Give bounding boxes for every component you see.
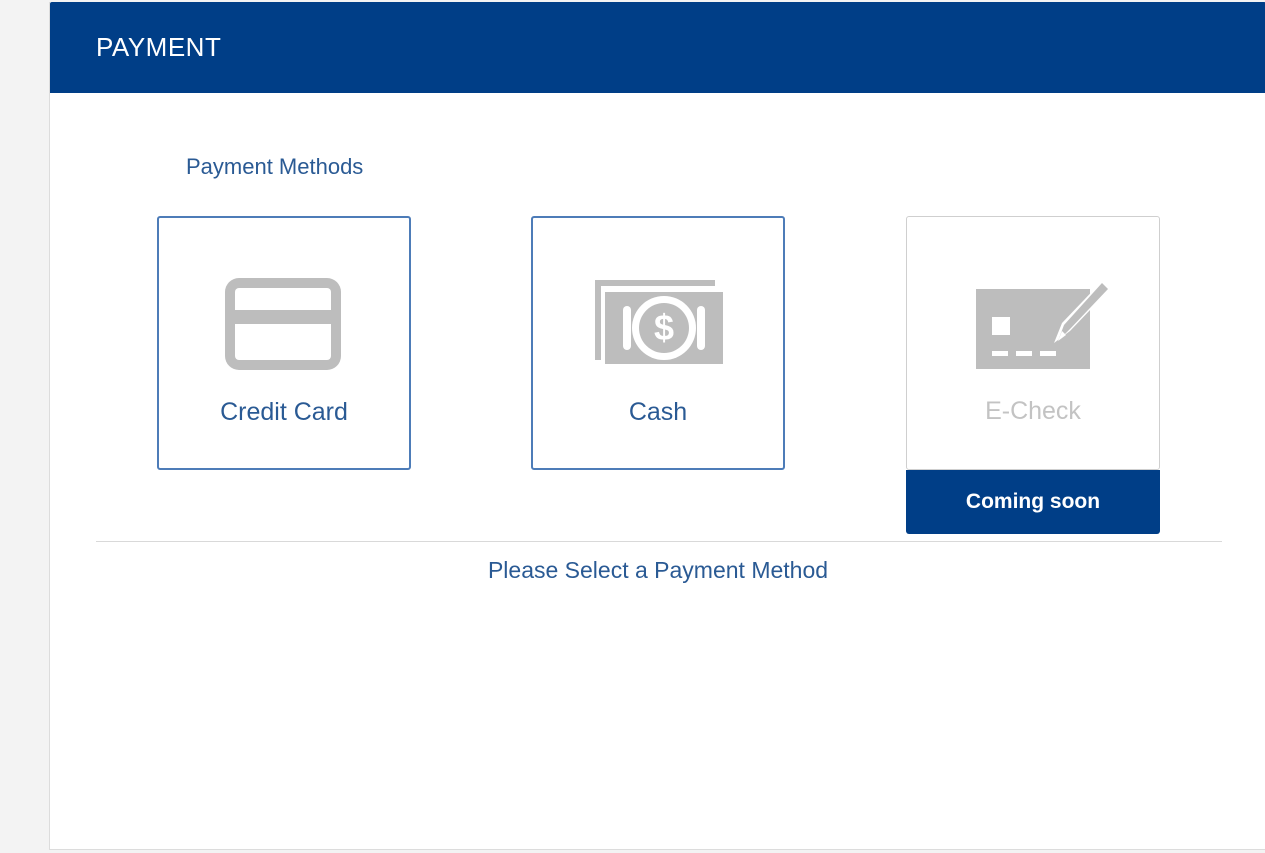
cash-label: Cash — [628, 398, 688, 426]
credit-card-label: Credit Card — [220, 398, 348, 426]
page-title: PAYMENT — [96, 32, 222, 62]
payment-header: PAYMENT — [50, 2, 1265, 93]
echeck-label: E-Check — [985, 397, 1081, 425]
coming-soon-badge: Coming soon — [906, 470, 1160, 534]
divider — [96, 541, 1222, 542]
credit-card-option[interactable]: Credit Card — [157, 216, 411, 470]
cash-icon: $ — [583, 270, 733, 380]
echeck-option: E-Check — [906, 216, 1160, 470]
echeck-icon — [958, 269, 1108, 379]
svg-text:$: $ — [654, 307, 674, 348]
cash-option[interactable]: $ Cash — [531, 216, 785, 470]
payment-panel: PAYMENT Payment Methods Credit Card $ Ca… — [49, 2, 1265, 850]
payment-methods-label: Payment Methods — [186, 154, 364, 179]
select-method-prompt: Please Select a Payment Method — [487, 557, 829, 583]
credit-card-icon — [209, 270, 359, 380]
